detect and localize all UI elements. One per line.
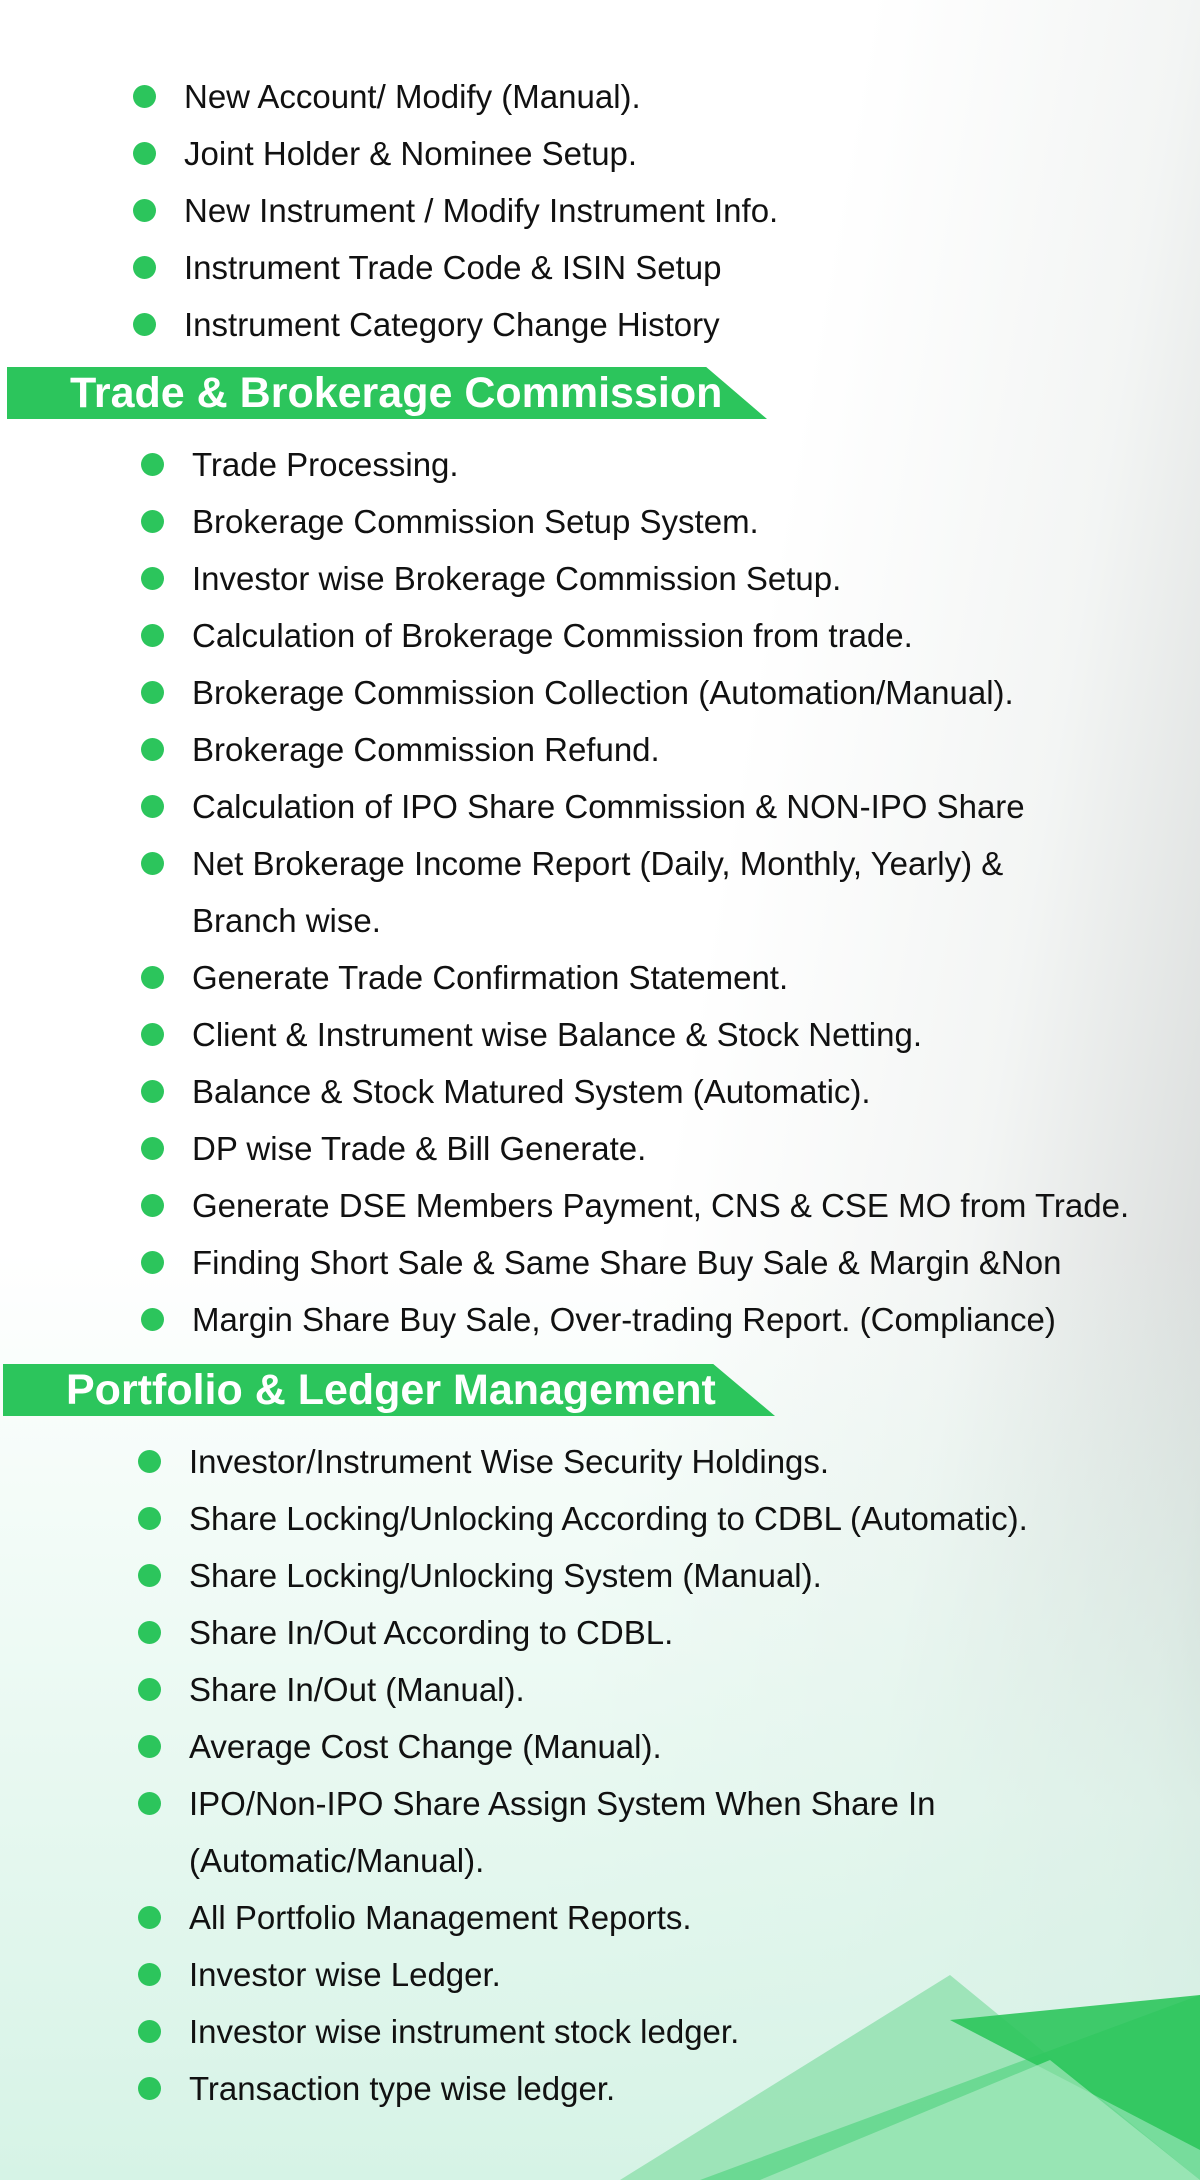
bullet-icon bbox=[138, 1735, 161, 1758]
bullet-icon bbox=[133, 85, 156, 108]
bullet-icon bbox=[141, 852, 164, 875]
bullet-icon bbox=[141, 1308, 164, 1331]
bullet-icon bbox=[141, 1137, 164, 1160]
bullet-icon bbox=[141, 1023, 164, 1046]
bullet-icon bbox=[138, 1507, 161, 1530]
bullet-icon bbox=[138, 2077, 161, 2100]
bullet-icon bbox=[141, 567, 164, 590]
bullet-icon bbox=[138, 2020, 161, 2043]
bullet-icon bbox=[141, 966, 164, 989]
section-title-trade: Trade & Brokerage Commission bbox=[70, 369, 723, 417]
bullet-icon bbox=[133, 256, 156, 279]
bullet-icon bbox=[141, 1194, 164, 1217]
bullet-icon bbox=[141, 795, 164, 818]
bullet-icon bbox=[141, 681, 164, 704]
bullet-icon bbox=[141, 453, 164, 476]
bullet-icon bbox=[141, 1080, 164, 1103]
bullet-icon bbox=[138, 1450, 161, 1473]
bullet-icon bbox=[138, 1906, 161, 1929]
bullet-icon bbox=[133, 199, 156, 222]
section-title-portfolio: Portfolio & Ledger Management bbox=[66, 1366, 716, 1414]
bullet-icon bbox=[138, 1564, 161, 1587]
bullet-icon bbox=[138, 1621, 161, 1644]
bullet-icon bbox=[141, 1251, 164, 1274]
bullet-icon bbox=[133, 313, 156, 336]
bullet-icon bbox=[138, 1678, 161, 1701]
bullet-icon bbox=[138, 1963, 161, 1986]
bullet-icon bbox=[138, 1792, 161, 1815]
bullet-icon bbox=[141, 738, 164, 761]
bullet-icon bbox=[141, 624, 164, 647]
bullet-icon bbox=[141, 510, 164, 533]
bullet-icon bbox=[133, 142, 156, 165]
